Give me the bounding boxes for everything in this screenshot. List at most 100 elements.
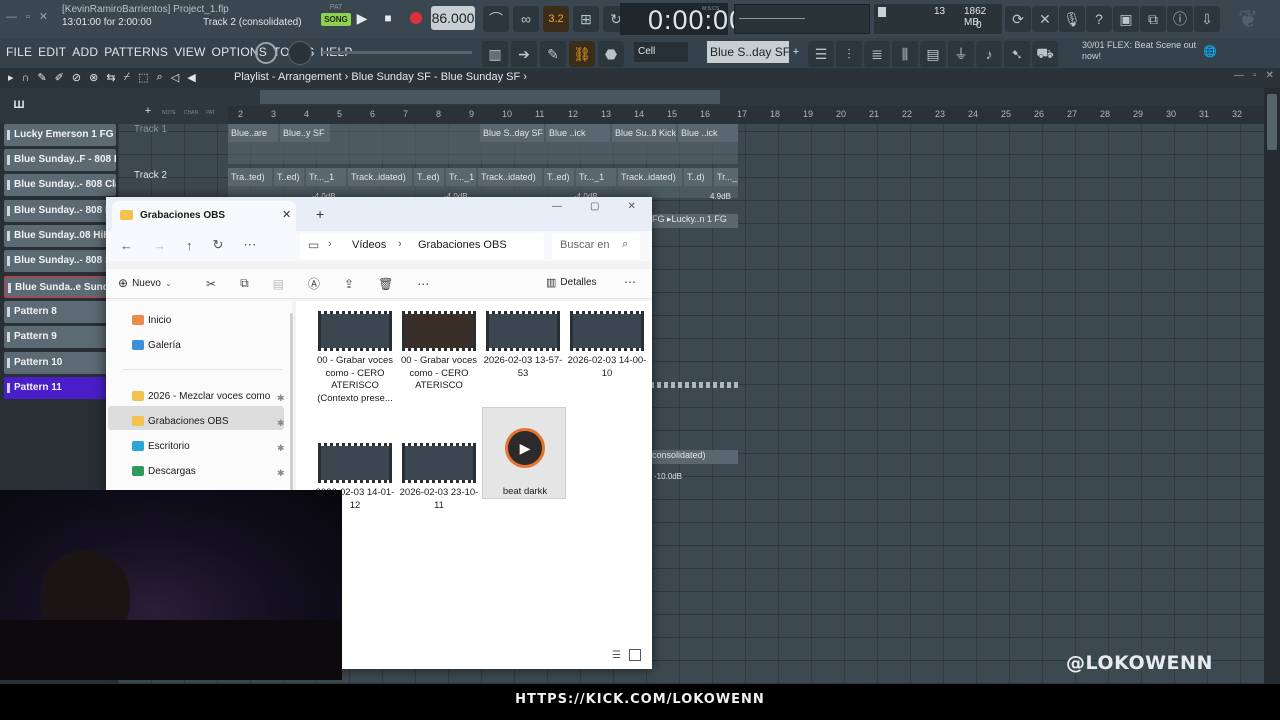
more-icon[interactable]: ⋯	[243, 237, 256, 253]
restore-icon[interactable]: ▫	[1253, 70, 1257, 81]
file-name[interactable]: 2026-02-03 13-57-53	[482, 355, 564, 380]
nav-gallery[interactable]: Galería	[132, 340, 181, 351]
breadcrumb-folder[interactable]: Grabaciones OBS	[418, 239, 507, 251]
info-icon[interactable]: ⓘ	[1167, 6, 1193, 32]
plugin-icon[interactable]: ⧉	[1140, 6, 1166, 32]
video-thumbnail[interactable]	[486, 311, 560, 351]
cell-select[interactable]: Cell	[634, 42, 688, 62]
clip[interactable]: Tr..._1	[714, 168, 738, 186]
bird-icon[interactable]: ➷	[1004, 41, 1030, 67]
slice-icon[interactable]: ⌿	[124, 71, 131, 84]
channel-item-pattern11[interactable]: Pattern 11	[4, 377, 116, 399]
clip[interactable]: Tr..._1	[446, 168, 476, 186]
arrow-icon[interactable]: ➔	[511, 41, 537, 67]
blend-icon[interactable]: ⊞	[573, 6, 599, 32]
playback-icon[interactable]: ◁	[171, 71, 179, 84]
channel-item[interactable]: Blue Sunday..- 808 Snare	[4, 250, 116, 272]
mute-icon[interactable]: ⊗	[89, 71, 98, 84]
channel-item[interactable]: Blue Sunday..- 808 HiHat	[4, 200, 116, 222]
delete-icon[interactable]: ⊘	[72, 71, 81, 84]
more-icon[interactable]: ⋯	[417, 277, 429, 291]
clip[interactable]: Blue..y SF	[280, 124, 330, 142]
refresh-icon[interactable]: ↻	[213, 237, 224, 253]
file-name[interactable]: 2026-02-03 14-00-10	[566, 355, 648, 380]
new-button[interactable]: ⊕ Nuevo ⌄	[118, 276, 172, 290]
slip-icon[interactable]: ⇆	[106, 71, 115, 84]
clip[interactable]: Track..idated)	[618, 168, 682, 186]
menu-arrow-icon[interactable]: ▸	[8, 71, 14, 84]
channel-item[interactable]: Blue Sunday..F - 808 Kick	[4, 149, 116, 171]
snap-value[interactable]: 3.2	[543, 6, 569, 32]
video-thumbnail[interactable]	[570, 311, 644, 351]
download-icon[interactable]: ⇩	[1194, 6, 1220, 32]
clip[interactable]: T..ed)	[274, 168, 304, 186]
browser-icon[interactable]: ▤	[920, 41, 946, 67]
crumb-song[interactable]: Blue Sunday SF	[441, 71, 521, 83]
channel-item[interactable]: Blue Sunday..- 808 Clap	[4, 174, 116, 196]
clip[interactable]: T..ed)	[414, 168, 444, 186]
menu-add[interactable]: ADD	[72, 45, 98, 59]
timeline-ruler[interactable]: 2 3 4 5 6 7 8 9 10 11 12 13 14 15 16 17 …	[228, 106, 1264, 124]
clip[interactable]: Track..idated)	[348, 168, 412, 186]
details-button[interactable]: ▥ Detalles	[546, 276, 597, 289]
video-thumbnail[interactable]	[402, 443, 476, 483]
restore-icon[interactable]: ▫	[26, 11, 30, 23]
channel-item[interactable]: Pattern 10	[4, 352, 116, 374]
pattern-selector[interactable]: Blue S..day SF	[707, 41, 789, 63]
channel-item[interactable]: Lucky Emerson 1 FG	[4, 124, 116, 146]
track-2-label[interactable]: Track 2	[134, 170, 167, 181]
stamp-icon[interactable]: ⬣	[598, 41, 624, 67]
selected-file[interactable]: ▶ beat darkk	[482, 407, 566, 499]
pin-icon[interactable]: ✱	[277, 443, 285, 454]
mic-icon[interactable]: 🎙	[1059, 6, 1085, 32]
nav-downloads[interactable]: Descargas	[132, 466, 196, 477]
nav-home[interactable]: Inicio	[132, 315, 171, 326]
explorer-tab[interactable]: Grabaciones OBS ✕	[112, 201, 296, 231]
plugin-db-icon[interactable]: ⏚	[948, 41, 974, 67]
menu-view[interactable]: VIEW	[174, 45, 205, 59]
nav-mezclar[interactable]: 2026 - Mezclar voces como	[132, 391, 270, 402]
address-bar[interactable]: ▭ › Vídeos › Grabaciones OBS	[300, 233, 544, 259]
copy-icon[interactable]: ⧉	[240, 276, 249, 291]
forward-icon[interactable]: →	[153, 238, 166, 253]
list-view-icon[interactable]: ☰	[612, 650, 621, 661]
tempo-tap-icon[interactable]: ♪	[976, 41, 1002, 67]
file-name[interactable]: 00 - Grabar voces como - CERO ATERISCO	[398, 355, 480, 393]
select-icon[interactable]: ⬚	[138, 71, 148, 84]
paint-icon[interactable]: ✐	[55, 71, 64, 84]
tempo-display[interactable]: 86.000	[431, 6, 475, 30]
pin-icon[interactable]: ✱	[277, 468, 285, 479]
menu-file[interactable]: FILE	[6, 45, 32, 59]
close-tab-icon[interactable]: ✕	[282, 208, 291, 221]
pencil-icon[interactable]: ✎	[540, 41, 566, 67]
menu-patterns[interactable]: PATTERNS	[104, 45, 168, 59]
master-pitch-knob[interactable]	[255, 42, 277, 64]
wait-icon[interactable]: ∞	[513, 6, 539, 32]
scrollbar-thumb[interactable]	[1267, 94, 1277, 150]
minimize-icon[interactable]: —	[552, 201, 562, 212]
overview-strip[interactable]	[260, 90, 720, 104]
draw-icon[interactable]: ✎	[37, 71, 46, 84]
nav-grabaciones[interactable]: Grabaciones OBS	[132, 416, 229, 427]
clip[interactable]: Blue S..day SF	[480, 124, 544, 142]
close-icon[interactable]: ✕	[1266, 70, 1274, 81]
playlist-icon[interactable]: ☰	[808, 41, 834, 67]
video-thumbnail[interactable]	[318, 311, 392, 351]
nav-scrollbar[interactable]	[290, 313, 293, 493]
up-icon[interactable]: ↑	[186, 238, 193, 253]
piano-roll-icon[interactable]: Ш	[12, 98, 26, 112]
song-pat-switch[interactable]: PAT SONG	[321, 4, 351, 32]
pat-label[interactable]: PAT	[206, 110, 215, 116]
tile-view-icon[interactable]	[628, 649, 641, 661]
file-name[interactable]: 00 - Grabar voces como - CERO ATERISCO (…	[314, 355, 396, 405]
pin-icon[interactable]: ✱	[277, 393, 285, 404]
link-icon[interactable]: ⛓	[569, 41, 595, 67]
close-icon[interactable]: ✕	[627, 201, 635, 212]
clip[interactable]: T..ed)	[544, 168, 574, 186]
globe-icon[interactable]: 🌐	[1202, 42, 1218, 60]
news-panel[interactable]: 30/01 FLEX: Beat Scene out now!	[1082, 40, 1202, 62]
mixer-icon[interactable]: ⫼	[892, 41, 918, 67]
clip[interactable]: Blue ..ick	[546, 124, 610, 142]
back-icon[interactable]: ←	[120, 238, 133, 253]
maximize-icon[interactable]: ▢	[590, 201, 599, 212]
